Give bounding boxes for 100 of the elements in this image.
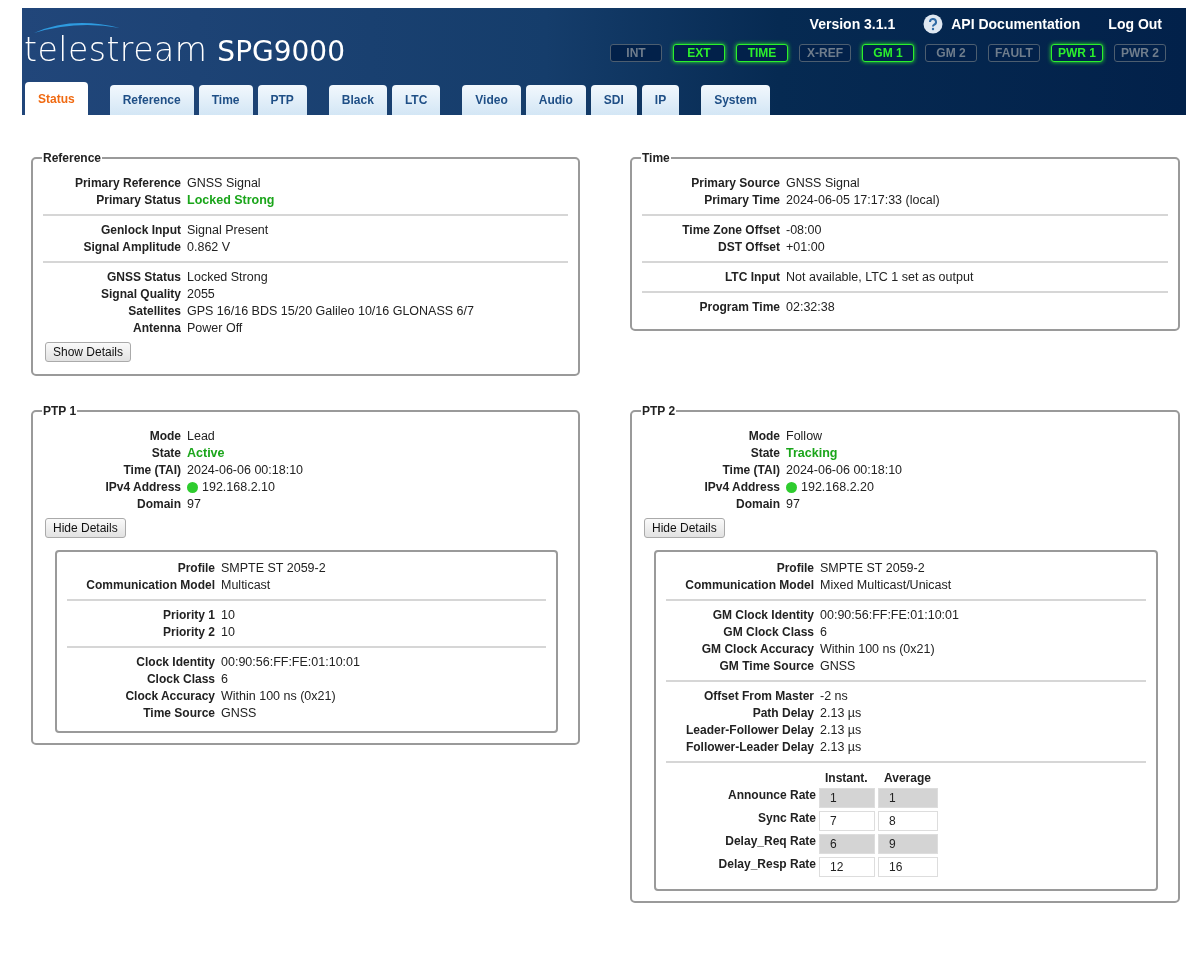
status-indicator: PWR 2 [1114, 44, 1166, 62]
nav-tab[interactable]: Reference [109, 85, 194, 115]
status-indicator: PWR 1 [1051, 44, 1103, 62]
field-value: 10 [221, 608, 236, 622]
nav-tab[interactable]: LTC [391, 85, 441, 115]
field-label: IPv4 Address [104, 480, 181, 494]
field-label: Primary Time [703, 193, 780, 207]
details-button[interactable]: Hide Details [644, 518, 725, 538]
field-label: Domain [136, 497, 181, 511]
help-icon [923, 14, 944, 34]
status-value: Active [187, 446, 226, 460]
field-label: Priority 1 [161, 608, 215, 622]
api-docs-link[interactable]: API Documentation [923, 14, 1081, 34]
field-value: 192.168.2.10 [187, 480, 568, 494]
field-label: Announce Rate [727, 788, 816, 804]
field-value: Signal Present [187, 223, 270, 237]
field-value: GNSS [820, 659, 857, 673]
field-label: Profile [176, 561, 215, 575]
field-value: -2 ns [820, 689, 849, 703]
field-label: Time (TAI) [721, 463, 780, 477]
field-value: 00:90:56:FF:FE:01:10:01 [221, 655, 361, 669]
field-value: 02:32:38 [786, 300, 836, 314]
field-label: Antenna [132, 321, 181, 335]
status-indicator: GM 2 [925, 44, 977, 62]
details-button[interactable]: Show Details [45, 342, 132, 362]
status-value: Tracking [786, 446, 839, 460]
field-label: Priority 2 [161, 625, 215, 639]
product-name: SPG9000 [217, 35, 345, 68]
table-cell: 8 [878, 811, 938, 831]
field-label: Communication Model [684, 578, 814, 592]
brand-logo: telestream [24, 30, 208, 69]
field-label: Primary Reference [73, 176, 181, 190]
field-label: Mode [747, 429, 780, 443]
field-value: Within 100 ns (0x21) [221, 689, 337, 703]
field-label: Delay_Req Rate [724, 834, 816, 850]
field-label: Signal Amplitude [82, 240, 181, 254]
nav-tab[interactable]: IP [641, 85, 680, 115]
field-value: Locked Strong [187, 270, 269, 284]
field-value: 10 [221, 625, 236, 639]
panel-title: PTP 2 [641, 404, 677, 418]
field-label: Genlock Input [100, 223, 181, 237]
field-value: GNSS Signal [786, 176, 861, 190]
field-label: GM Clock Identity [711, 608, 814, 622]
table-cell: 9 [878, 834, 938, 854]
field-label: GNSS Status [106, 270, 181, 284]
nav-tab[interactable]: Black [328, 85, 387, 115]
field-value: GNSS [221, 706, 258, 720]
field-label: State [150, 446, 181, 460]
field-label: Program Time [698, 300, 780, 314]
field-value: 97 [786, 497, 801, 511]
nav-tab[interactable]: Time [198, 85, 253, 115]
field-label: GM Time Source [718, 659, 814, 673]
nav-tab[interactable]: SDI [590, 85, 637, 115]
field-value: Power Off [187, 321, 244, 335]
field-value: GPS 16/16 BDS 15/20 Galileo 10/16 GLONASS 6/7 [187, 304, 475, 318]
column-header: Average [883, 771, 932, 785]
field-label: Leader-Follower Delay [684, 723, 814, 737]
field-value: 2024-06-06 00:18:10 [786, 463, 904, 477]
field-label: Communication Model [85, 578, 215, 592]
field-label: State [749, 446, 780, 460]
field-label: Primary Status [95, 193, 181, 207]
field-value: 6 [820, 625, 828, 639]
table-cell: 1 [819, 788, 875, 808]
field-value: Not available, LTC 1 set as output [786, 270, 975, 284]
field-value: 0.862 V [187, 240, 232, 254]
field-value: 2024-06-06 00:18:10 [187, 463, 305, 477]
status-indicator: GM 1 [862, 44, 914, 62]
field-label: Mode [148, 429, 181, 443]
nav-tab[interactable]: Video [462, 85, 521, 115]
column-header: Instant. [824, 771, 869, 785]
field-value: 2024-06-05 17:17:33 (local) [786, 193, 941, 207]
field-label: Delay_Resp Rate [717, 857, 816, 873]
field-value: 6 [221, 672, 229, 686]
table-cell: 6 [819, 834, 875, 854]
field-value: 2.13 µs [820, 706, 863, 720]
logout-link[interactable]: Log Out [1108, 16, 1162, 32]
field-label: Profile [775, 561, 814, 575]
status-indicator: FAULT [988, 44, 1040, 62]
nav-tab[interactable]: PTP [257, 85, 307, 115]
field-label: LTC Input [723, 270, 780, 284]
field-label: Follower-Leader Delay [684, 740, 814, 754]
panel-title: Reference [42, 151, 103, 165]
field-value: GNSS Signal [187, 176, 262, 190]
field-value: 00:90:56:FF:FE:01:10:01 [820, 608, 960, 622]
field-label: Signal Quality [100, 287, 181, 301]
field-label: IPv4 Address [703, 480, 780, 494]
nav-tab[interactable]: Audio [525, 85, 586, 115]
panel-title: PTP 1 [42, 404, 78, 418]
status-indicator: X-REF [799, 44, 851, 62]
field-label: DST Offset [717, 240, 780, 254]
table-cell: 1 [878, 788, 938, 808]
nav-tab[interactable]: System [701, 85, 770, 115]
field-value: 2055 [187, 287, 216, 301]
field-value: 192.168.2.20 [786, 480, 1168, 494]
field-value: Mixed Multicast/Unicast [820, 578, 953, 592]
panel-title: Time [641, 151, 671, 165]
details-button[interactable]: Hide Details [45, 518, 126, 538]
field-label: Time Source [142, 706, 215, 720]
version-text: Version 3.1.1 [809, 16, 896, 32]
field-label: Sync Rate [756, 811, 816, 827]
